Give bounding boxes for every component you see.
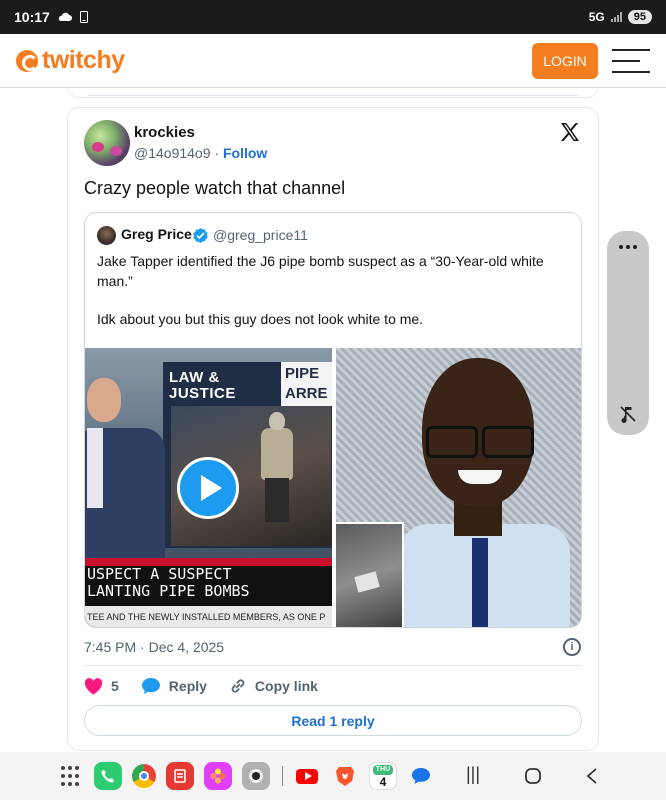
status-bar: 10:17 5G 95 bbox=[0, 0, 666, 34]
tweet-embed: krockies @14o914o9 · Follow Crazy people… bbox=[67, 107, 599, 751]
chrome-app-icon[interactable] bbox=[132, 764, 156, 788]
quoted-text: Jake Tapper identified the J6 pipe bomb … bbox=[97, 251, 571, 347]
quoted-tweet[interactable]: Greg Price @greg_price11 Jake Tapper ide… bbox=[84, 212, 582, 628]
inset-evidence-photo bbox=[336, 522, 404, 627]
cloud-icon bbox=[58, 12, 72, 21]
site-header: twitchy LOGIN bbox=[0, 34, 666, 88]
quoted-media[interactable]: LAW & JUSTICE PIPE ARRE USPECT A SUSPECT… bbox=[85, 348, 581, 627]
reply-label: Reply bbox=[168, 678, 207, 694]
brave-app-icon[interactable] bbox=[331, 762, 359, 790]
copy-link-action[interactable]: Copy link bbox=[229, 677, 318, 695]
signal-icon bbox=[610, 12, 622, 22]
calendar-app-icon[interactable]: THU 4 bbox=[369, 762, 397, 790]
verified-badge-icon bbox=[193, 227, 208, 244]
battery-badge: 95 bbox=[627, 10, 652, 24]
portrait-photo[interactable] bbox=[336, 348, 581, 627]
chyron-line-1: USPECT A SUSPECT bbox=[87, 565, 232, 583]
back-icon[interactable] bbox=[585, 767, 599, 785]
reply-action[interactable]: Reply bbox=[141, 677, 207, 695]
twitchy-logo-icon bbox=[16, 49, 38, 72]
suspect-figure bbox=[259, 412, 295, 522]
navigation-bar: THU 4 ||| bbox=[0, 752, 666, 800]
camera-app-icon[interactable] bbox=[242, 762, 270, 790]
portrait-tie bbox=[472, 538, 488, 627]
author-name[interactable]: krockies bbox=[134, 124, 195, 141]
login-button[interactable]: LOGIN bbox=[532, 42, 598, 79]
meta-separator: · bbox=[214, 145, 220, 161]
play-video-button[interactable] bbox=[177, 457, 239, 519]
news-chyron: USPECT A SUSPECT LANTING PIPE BOMBS bbox=[87, 566, 250, 600]
calendar-date: 4 bbox=[379, 775, 387, 789]
status-time: 10:17 bbox=[14, 9, 50, 25]
more-options-icon[interactable] bbox=[619, 243, 637, 251]
tweet-actions: 5 Reply Copy link bbox=[84, 676, 340, 696]
news-anchor-figure bbox=[85, 374, 165, 588]
tweet-timestamp[interactable]: 7:45 PM · Dec 4, 2025 bbox=[84, 639, 224, 655]
phone-icon bbox=[79, 11, 88, 23]
chyron-line-2: LANTING PIPE BOMBS bbox=[87, 582, 250, 600]
gallery-app-icon[interactable] bbox=[204, 762, 232, 790]
site-logo[interactable]: twitchy bbox=[16, 46, 125, 75]
calendar-day: THU bbox=[372, 765, 394, 775]
author-handle[interactable]: @14o914o9 bbox=[134, 145, 211, 161]
hamburger-menu-icon[interactable] bbox=[612, 48, 650, 73]
like-action[interactable]: 5 bbox=[84, 677, 119, 695]
panel-line-2: JUSTICE bbox=[169, 385, 236, 402]
headline-line-1: PIPE bbox=[285, 365, 320, 382]
phone-app-icon[interactable] bbox=[94, 762, 122, 790]
news-ticker: TEE AND THE NEWLY INSTALLED MEMBERS, AS … bbox=[85, 606, 332, 627]
youtube-app-icon[interactable] bbox=[293, 762, 321, 790]
home-icon[interactable] bbox=[524, 767, 542, 785]
quoted-paragraph-1: Jake Tapper identified the J6 pipe bomb … bbox=[97, 253, 544, 289]
notes-app-icon[interactable] bbox=[166, 762, 194, 790]
quoted-author-avatar[interactable] bbox=[97, 226, 116, 245]
messages-app-icon[interactable] bbox=[407, 762, 435, 790]
reply-bubble-icon bbox=[141, 678, 160, 694]
headline-line-2: ARRE bbox=[285, 385, 328, 402]
read-replies-button[interactable]: Read 1 reply bbox=[84, 705, 582, 736]
recent-apps-icon[interactable]: ||| bbox=[466, 764, 480, 785]
copy-link-label: Copy link bbox=[254, 678, 318, 694]
network-label: 5G bbox=[588, 10, 605, 24]
logo-text: twitchy bbox=[42, 46, 125, 74]
panel-line-1: LAW & bbox=[169, 369, 220, 386]
dock-divider bbox=[282, 766, 283, 786]
headline-box: PIPE ARRE bbox=[281, 362, 332, 406]
like-count: 5 bbox=[111, 678, 119, 694]
news-panel-title: LAW & JUSTICE bbox=[169, 370, 255, 410]
info-icon[interactable]: i bbox=[563, 638, 581, 656]
floating-side-panel[interactable] bbox=[607, 231, 649, 435]
tweet-text: Crazy people watch that channel bbox=[84, 178, 346, 198]
quoted-author-handle[interactable]: @greg_price11 bbox=[213, 227, 308, 243]
quoted-author-name[interactable]: Greg Price bbox=[121, 226, 192, 242]
follow-button[interactable]: Follow bbox=[223, 145, 267, 161]
mute-icon[interactable] bbox=[619, 405, 637, 423]
news-screenshot[interactable]: LAW & JUSTICE PIPE ARRE USPECT A SUSPECT… bbox=[85, 348, 332, 627]
author-meta: @14o914o9 · Follow bbox=[134, 145, 267, 161]
x-logo-icon[interactable] bbox=[558, 120, 582, 144]
portrait-glasses bbox=[426, 426, 534, 458]
quoted-paragraph-2: Idk about you but this guy does not look… bbox=[97, 311, 424, 327]
divider bbox=[84, 665, 582, 666]
heart-icon bbox=[84, 677, 103, 695]
link-icon bbox=[231, 679, 245, 693]
app-drawer-icon[interactable] bbox=[56, 762, 84, 790]
previous-embed-card bbox=[67, 86, 599, 98]
author-avatar[interactable] bbox=[84, 120, 130, 166]
